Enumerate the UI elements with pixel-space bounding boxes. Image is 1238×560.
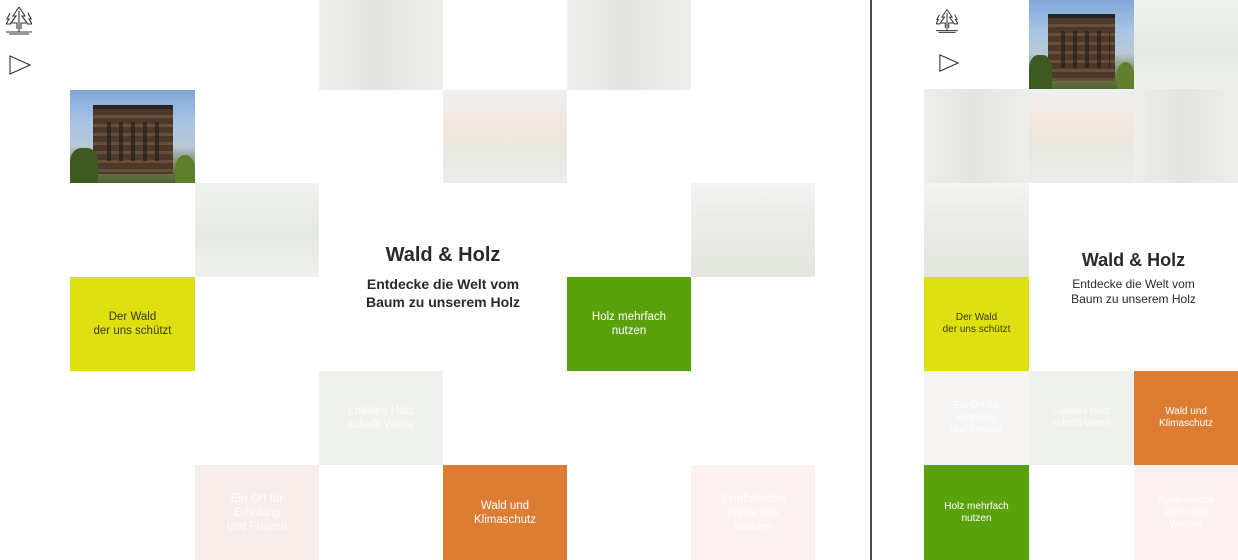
faded-photo-tile[interactable] [1134,89,1238,183]
tile-label: Lokales Holz schafft Werte [347,405,415,431]
tile-label: Lokales Holz schafft Werte [1052,406,1111,429]
tile-label: Wald und Klimaschutz [1159,406,1213,429]
tile-label: Holz mehrfach nutzen [591,311,667,337]
building-shape [1047,14,1116,81]
tile-label: Ein Ort für Erholung und Freizeit [950,400,1003,435]
faded-photo-tile[interactable] [1029,89,1134,183]
page-subtitle: Entdecke die Welt vom Baum zu unserem Ho… [365,276,521,310]
tile-lokales-holz[interactable]: Lokales Holz schafft Werte [1029,371,1134,465]
tree-shape [1117,62,1134,89]
faded-photo-tile[interactable] [924,89,1029,183]
building-shape [92,104,173,174]
faded-photo-tile[interactable] [195,183,319,277]
tile-symbolische[interactable]: Symbolische Werte des Waldes [1134,465,1238,560]
building-photo-tile[interactable] [1029,0,1134,89]
page-subtitle: Entdecke die Welt vom Baum zu unserem Ho… [1071,277,1196,306]
building-photo-tile[interactable] [70,90,195,183]
faded-photo-tile[interactable] [319,0,443,90]
tile-wald-schutz[interactable]: Der Wald der uns schützt [70,277,195,371]
page-title: Wald & Holz [1081,250,1186,270]
play-icon[interactable] [8,54,32,76]
tree-icon[interactable] [936,7,958,34]
faded-photo-tile[interactable] [443,90,567,183]
tree-shape [70,147,98,183]
right-panel: Wald & Holz Entdecke die Welt vom Baum z… [872,0,1238,560]
title-block: Wald & Holz Entdecke die Welt vom Baum z… [319,244,567,311]
tile-label: Der Wald der uns schützt [942,312,1011,335]
tile-erholung[interactable]: Ein Ort für Erholung und Freizeit [195,465,319,560]
faded-photo-tile[interactable] [1134,0,1238,89]
tree-icon[interactable] [6,5,32,35]
tile-label: Wald und Klimaschutz [474,499,536,526]
tile-holz-mehrfach[interactable]: Holz mehrfach nutzen [924,465,1029,560]
play-icon[interactable] [938,53,960,73]
tile-label: Symbolische Werte des Waldes [720,492,786,533]
faded-photo-tile[interactable] [567,0,691,90]
tile-wald-klima[interactable]: Wald und Klimaschutz [443,465,567,560]
page-title: Wald & Holz [385,244,501,266]
faded-photo-tile[interactable] [924,183,1029,277]
tile-label: Holz mehrfach nutzen [944,500,1009,524]
tile-label: Der Wald der uns schützt [93,311,172,337]
tile-erholung[interactable]: Ein Ort für Erholung und Freizeit [924,371,1029,465]
tree-shape [175,155,195,183]
tree-shape [1029,55,1053,89]
title-block: Wald & Holz Entdecke die Welt vom Baum z… [1029,250,1238,307]
faded-photo-tile[interactable] [691,183,815,277]
tile-holz-mehrfach[interactable]: Holz mehrfach nutzen [567,277,691,371]
tile-symbolische[interactable]: Symbolische Werte des Waldes [691,465,815,560]
left-panel: Wald & Holz Entdecke die Welt vom Baum z… [0,0,870,560]
tile-wald-schutz[interactable]: Der Wald der uns schützt [924,277,1029,371]
tile-label: Ein Ort für Erholung und Freizeit [226,492,288,533]
tile-lokales-holz[interactable]: Lokales Holz schafft Werte [319,371,443,465]
tile-wald-klima[interactable]: Wald und Klimaschutz [1134,371,1238,465]
tile-label: Symbolische Werte des Waldes [1157,494,1215,530]
